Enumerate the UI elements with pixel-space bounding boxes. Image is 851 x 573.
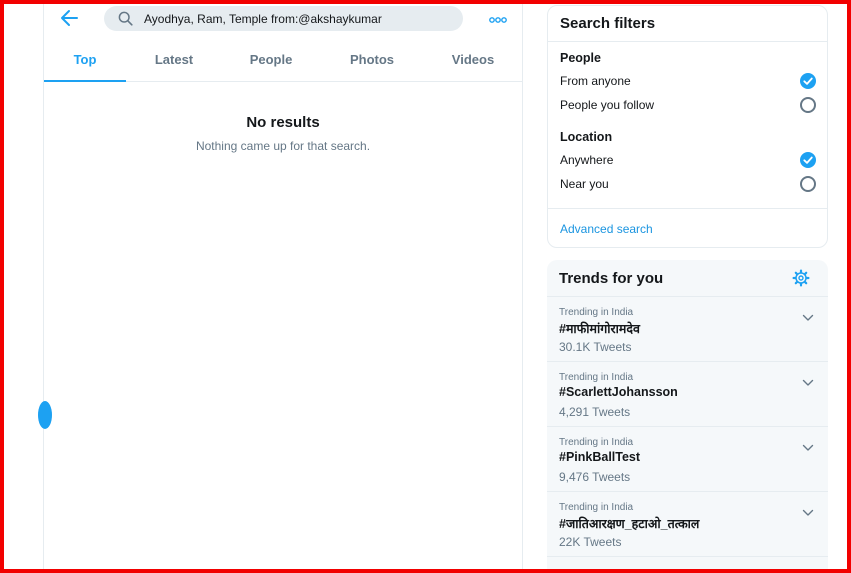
chevron-down-icon[interactable]	[802, 307, 814, 321]
trend-item[interactable]: Trending in India #जातिआरक्षण_हटाओ_तत्का…	[547, 492, 828, 557]
trend-count: 9,476 Tweets	[559, 470, 631, 484]
search-icon	[118, 11, 133, 26]
option-label: Anywhere	[560, 153, 614, 167]
trend-name: #PinkBallTest	[559, 450, 641, 464]
trend-context: Trending in India	[559, 372, 634, 383]
tab-latest[interactable]: Latest	[126, 38, 222, 81]
option-near-you[interactable]: Near you	[560, 175, 816, 195]
option-label: Near you	[560, 177, 609, 191]
no-results-message: Nothing came up for that search.	[195, 139, 371, 153]
no-results-title: No results	[246, 114, 320, 131]
checked-radio-icon[interactable]	[800, 73, 816, 89]
option-from-anyone[interactable]: From anyone	[560, 72, 816, 92]
trend-context: Trending in India	[559, 307, 634, 318]
search-box[interactable]	[104, 6, 463, 31]
trend-name: #जातिआरक्षण_हटाओ_तत्काल	[559, 517, 700, 531]
tab-top[interactable]: Top	[44, 38, 126, 82]
empty-state: No results Nothing came up for that sear…	[44, 114, 522, 153]
chevron-down-icon[interactable]	[802, 372, 814, 386]
tab-photos[interactable]: Photos	[320, 38, 424, 81]
checked-radio-icon[interactable]	[800, 152, 816, 168]
tab-videos[interactable]: Videos	[424, 38, 522, 81]
trend-name: #माफीमांगोरामदेव	[559, 322, 640, 336]
chevron-down-icon[interactable]	[802, 437, 814, 451]
trend-context: Trending in India	[559, 502, 634, 513]
trend-context: Trending in India	[559, 437, 634, 448]
option-label: From anyone	[560, 74, 631, 88]
search-input[interactable]	[144, 8, 444, 29]
trend-item[interactable]: Trending in India #PinkBallTest 9,476 Tw…	[547, 427, 828, 492]
edge-floating-button[interactable]	[38, 401, 52, 429]
back-arrow-icon[interactable]	[58, 8, 80, 28]
tab-people[interactable]: People	[222, 38, 320, 81]
trends-title: Trends for you	[559, 270, 664, 287]
more-options-icon[interactable]	[488, 11, 508, 23]
trend-count: 22K Tweets	[559, 535, 622, 549]
trend-name: #ScarlettJohansson	[559, 385, 678, 399]
chevron-down-icon[interactable]	[802, 502, 814, 516]
unchecked-radio-icon[interactable]	[800, 97, 816, 113]
location-section-label: Location	[560, 130, 613, 144]
trend-count: 4,291 Tweets	[559, 405, 631, 419]
option-people-you-follow[interactable]: People you follow	[560, 96, 816, 116]
search-results-column: Top Latest People Photos Videos No resul…	[38, 0, 523, 573]
gear-icon[interactable]	[792, 269, 810, 287]
search-tabs: Top Latest People Photos Videos	[44, 38, 522, 82]
unchecked-radio-icon[interactable]	[800, 176, 816, 192]
people-section-label: People	[560, 51, 601, 65]
trend-count: 30.1K Tweets	[559, 340, 632, 354]
divider	[548, 208, 827, 209]
trends-header: Trends for you	[547, 260, 828, 297]
advanced-search-link[interactable]: Advanced search	[560, 222, 653, 236]
trend-item[interactable]: Trending in India #ScarlettJohansson 4,2…	[547, 362, 828, 427]
option-anywhere[interactable]: Anywhere	[560, 151, 816, 171]
search-filters-title: Search filters	[548, 6, 827, 42]
search-filters-card: Search filters People From anyone People…	[547, 5, 828, 248]
trends-card: Trends for you Trending in India #माफीमा…	[547, 260, 828, 573]
option-label: People you follow	[560, 98, 655, 112]
trend-item[interactable]: Trending in India #माफीमांगोरामदेव 30.1K…	[547, 297, 828, 362]
search-header	[44, 0, 522, 38]
